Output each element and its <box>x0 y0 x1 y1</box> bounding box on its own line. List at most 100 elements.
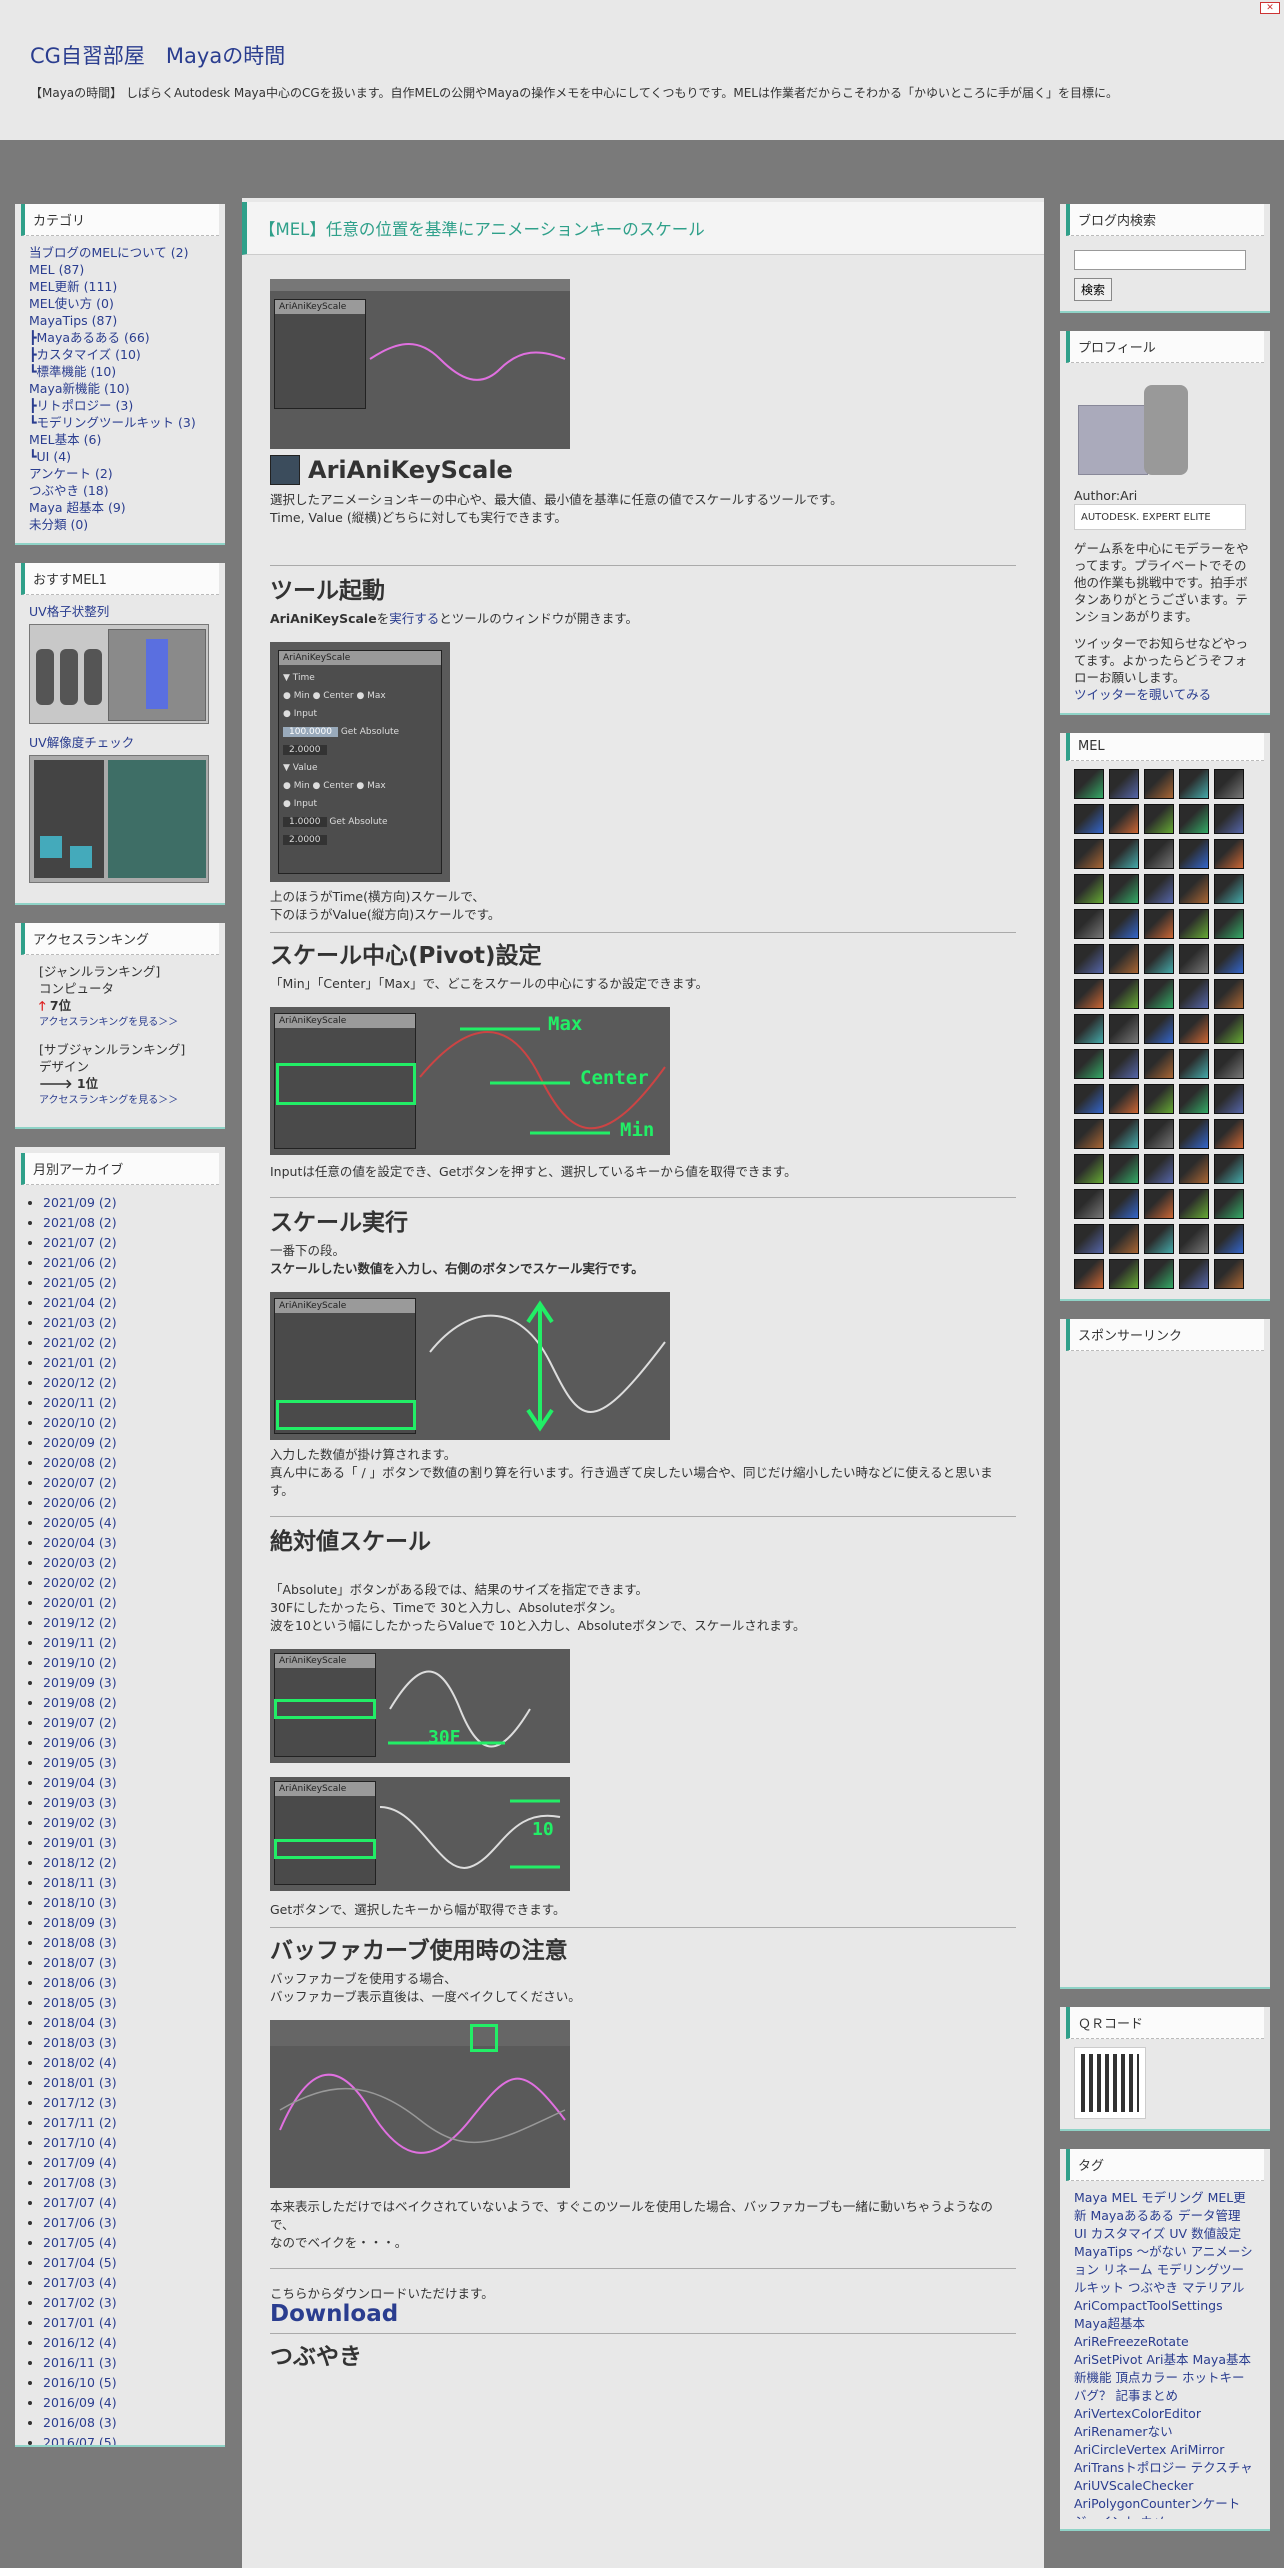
archive-link[interactable]: 2021/04 (2) <box>43 1293 211 1313</box>
tool-window-val3[interactable]: 1.0000 <box>283 817 327 827</box>
mel-tool-icon[interactable] <box>1074 979 1104 1009</box>
archive-item[interactable]: 2019/07 (2) <box>43 1713 211 1733</box>
archive-link[interactable]: 2021/02 (2) <box>43 1333 211 1353</box>
category-link[interactable]: ┣Mayaあるある (66) <box>29 329 211 346</box>
archive-item[interactable]: 2019/12 (2) <box>43 1613 211 1633</box>
archive-link[interactable]: 2017/06 (3) <box>43 2213 211 2233</box>
archive-item[interactable]: 2019/08 (2) <box>43 1693 211 1713</box>
tool-window-absolute[interactable]: Absolute <box>360 727 399 737</box>
archive-link[interactable]: 2020/09 (2) <box>43 1433 211 1453</box>
archive-link[interactable]: 2016/07 (5) <box>43 2433 211 2445</box>
archive-link[interactable]: 2021/09 (2) <box>43 1193 211 1213</box>
archive-link[interactable]: 2019/10 (2) <box>43 1653 211 1673</box>
mel-tool-icon[interactable] <box>1109 979 1139 1009</box>
mel-tool-icon[interactable] <box>1179 979 1209 1009</box>
archive-link[interactable]: 2016/10 (5) <box>43 2373 211 2393</box>
mel-tool-icon[interactable] <box>1214 874 1244 904</box>
archive-link[interactable]: 2018/08 (3) <box>43 1933 211 1953</box>
uv-resolution-thumbnail[interactable] <box>29 755 209 883</box>
archive-item[interactable]: 2020/03 (2) <box>43 1553 211 1573</box>
mel-tool-icon[interactable] <box>1144 1084 1174 1114</box>
archive-item[interactable]: 2018/01 (3) <box>43 2073 211 2093</box>
tool-window-max[interactable]: Max <box>367 691 386 701</box>
archive-item[interactable]: 2020/09 (2) <box>43 1433 211 1453</box>
archive-link[interactable]: 2020/03 (2) <box>43 1553 211 1573</box>
archive-link[interactable]: 2019/05 (3) <box>43 1753 211 1773</box>
archive-link[interactable]: 2019/06 (3) <box>43 1733 211 1753</box>
mel-tool-icon[interactable] <box>1109 909 1139 939</box>
archive-item[interactable]: 2017/10 (4) <box>43 2133 211 2153</box>
mel-tool-icon[interactable] <box>1109 1154 1139 1184</box>
archive-item[interactable]: 2021/01 (2) <box>43 1353 211 1373</box>
archive-link[interactable]: 2018/11 (3) <box>43 1873 211 1893</box>
mel-tool-icon[interactable] <box>1179 1049 1209 1079</box>
mel-tool-icon[interactable] <box>1179 874 1209 904</box>
tool-window-min[interactable]: Min <box>294 691 310 701</box>
mel-tool-icon[interactable] <box>1144 1259 1174 1289</box>
archive-item[interactable]: 2017/08 (3) <box>43 2173 211 2193</box>
site-title[interactable]: CG自習部屋 Mayaの時間 <box>30 40 285 70</box>
mel-tool-icon[interactable] <box>1074 769 1104 799</box>
archive-item[interactable]: 2018/10 (3) <box>43 1893 211 1913</box>
mel-tool-icon[interactable] <box>1109 1119 1139 1149</box>
search-button[interactable]: 検索 <box>1074 278 1113 301</box>
archive-link[interactable]: 2017/01 (4) <box>43 2313 211 2333</box>
category-link[interactable]: MEL使い方 (0) <box>29 295 211 312</box>
mel-tool-icon[interactable] <box>1074 944 1104 974</box>
archive-item[interactable]: 2018/11 (3) <box>43 1873 211 1893</box>
archive-item[interactable]: 2019/04 (3) <box>43 1773 211 1793</box>
download-link[interactable]: Download <box>270 2303 1016 2326</box>
mel-tool-icon[interactable] <box>1144 1224 1174 1254</box>
category-link[interactable]: 未分類 (0) <box>29 516 211 533</box>
tag-cloud[interactable]: Maya MEL モデリング MEL更新 Mayaあるある データ管理 UI カ… <box>1074 2189 1256 2519</box>
archive-link[interactable]: 2018/01 (3) <box>43 2073 211 2093</box>
archive-item[interactable]: 2018/02 (4) <box>43 2053 211 2073</box>
archive-link[interactable]: 2021/07 (2) <box>43 1233 211 1253</box>
mel-tool-icon[interactable] <box>1109 1049 1139 1079</box>
archive-item[interactable]: 2019/10 (2) <box>43 1653 211 1673</box>
mel-tool-icon[interactable] <box>1214 909 1244 939</box>
mel-tool-icon[interactable] <box>1179 1189 1209 1219</box>
mel-tool-icon[interactable] <box>1074 839 1104 869</box>
archive-item[interactable]: 2020/10 (2) <box>43 1413 211 1433</box>
archive-link[interactable]: 2018/07 (3) <box>43 1953 211 1973</box>
mel-tool-icon[interactable] <box>1109 839 1139 869</box>
mel-tool-icon[interactable] <box>1074 1084 1104 1114</box>
archive-item[interactable]: 2018/05 (3) <box>43 1993 211 2013</box>
tool-window-center[interactable]: Center <box>323 691 353 701</box>
mel-tool-icon[interactable] <box>1109 1224 1139 1254</box>
archive-item[interactable]: 2018/07 (3) <box>43 1953 211 1973</box>
mel-tool-icon[interactable] <box>1109 1259 1139 1289</box>
mel-tool-icon[interactable] <box>1179 1154 1209 1184</box>
archive-link[interactable]: 2016/12 (4) <box>43 2333 211 2353</box>
category-link[interactable]: ┗UI (4) <box>29 448 211 465</box>
archive-link[interactable]: 2019/01 (3) <box>43 1833 211 1853</box>
archive-item[interactable]: 2017/12 (3) <box>43 2093 211 2113</box>
tool-window-val1[interactable]: 100.0000 <box>283 727 338 737</box>
archive-link[interactable]: 2020/08 (2) <box>43 1453 211 1473</box>
post-title[interactable]: 【MEL】任意の位置を基準にアニメーションキーのスケール <box>242 202 1044 255</box>
mel-tool-icon[interactable] <box>1144 874 1174 904</box>
recommend-link-uv-resolution[interactable]: UV解像度チェック <box>29 734 211 751</box>
mel-tool-icon[interactable] <box>1179 1084 1209 1114</box>
archive-item[interactable]: 2017/07 (4) <box>43 2193 211 2213</box>
archive-link[interactable]: 2017/08 (3) <box>43 2173 211 2193</box>
mel-tool-icon[interactable] <box>1144 839 1174 869</box>
mel-tool-icon[interactable] <box>1074 1189 1104 1219</box>
archive-link[interactable]: 2019/08 (2) <box>43 1693 211 1713</box>
mel-tool-icon[interactable] <box>1179 1014 1209 1044</box>
mel-tool-icon[interactable] <box>1144 979 1174 1009</box>
mel-tool-icon[interactable] <box>1214 1259 1244 1289</box>
archive-link[interactable]: 2020/06 (2) <box>43 1493 211 1513</box>
mel-tool-icon[interactable] <box>1214 804 1244 834</box>
launch-link[interactable]: 実行する <box>389 611 439 626</box>
archive-item[interactable]: 2020/12 (2) <box>43 1373 211 1393</box>
mel-tool-icon[interactable] <box>1109 1014 1139 1044</box>
archive-item[interactable]: 2017/01 (4) <box>43 2313 211 2333</box>
archive-item[interactable]: 2019/09 (3) <box>43 1673 211 1693</box>
mel-tool-icon[interactable] <box>1074 1049 1104 1079</box>
archive-link[interactable]: 2019/02 (3) <box>43 1813 211 1833</box>
archive-link[interactable]: 2017/03 (4) <box>43 2273 211 2293</box>
mel-tool-icon[interactable] <box>1214 769 1244 799</box>
archive-link[interactable]: 2021/01 (2) <box>43 1353 211 1373</box>
